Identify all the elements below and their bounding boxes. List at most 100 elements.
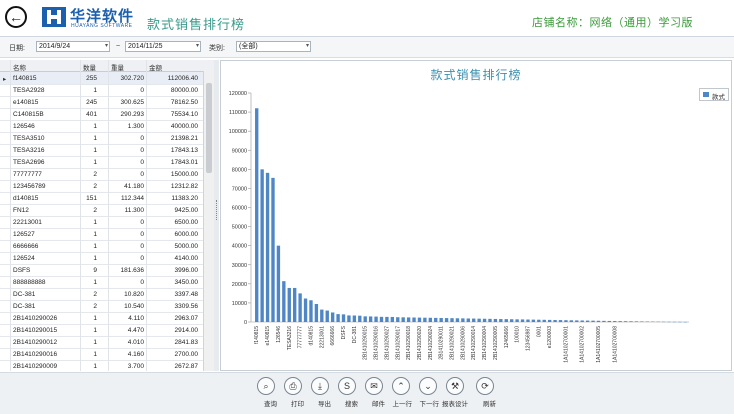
x-tick-label: e140815 bbox=[265, 326, 271, 346]
chart-bar bbox=[543, 320, 546, 322]
back-button[interactable]: ← bbox=[5, 6, 27, 28]
cell-qty: 1 bbox=[93, 327, 97, 334]
chart-bar bbox=[532, 320, 535, 322]
cell-amount: 15000.00 bbox=[171, 171, 198, 178]
scroll-thumb[interactable] bbox=[206, 83, 212, 173]
x-tick-label: 2B1410290014 bbox=[471, 326, 477, 360]
x-tick-label: d140815 bbox=[308, 326, 314, 346]
column-header-weight[interactable]: 重量 bbox=[111, 62, 124, 72]
search-icon: ⌕ bbox=[257, 377, 275, 395]
cell-weight: 0 bbox=[140, 135, 144, 142]
cell-weight: 4.160 bbox=[128, 351, 144, 358]
toolbar-button-3[interactable]: S搜索 bbox=[336, 377, 358, 408]
column-header-qty[interactable]: 数量 bbox=[83, 62, 96, 72]
toolbar-button-2[interactable]: ⤓导出 bbox=[309, 377, 331, 408]
toolbar-button-label: 报表设计 bbox=[442, 398, 468, 408]
huayang-logo-icon bbox=[42, 7, 66, 27]
x-tick-label: 2B1410290011 bbox=[439, 326, 445, 360]
skype-icon: S bbox=[338, 377, 356, 395]
y-tick-label: 110000 bbox=[229, 110, 247, 116]
cell-amount: 112006.40 bbox=[168, 75, 198, 82]
cell-qty: 2 bbox=[93, 303, 97, 310]
refresh-icon: ⟳ bbox=[476, 377, 494, 395]
date-from-picker[interactable]: 2014/9/24▾ bbox=[36, 41, 110, 52]
cell-amount: 40000.00 bbox=[171, 123, 198, 130]
x-tick-label: 2B1410290004 bbox=[482, 326, 488, 360]
y-tick-label: 0 bbox=[244, 320, 247, 326]
chart-bar bbox=[391, 317, 394, 322]
cell-name: 126524 bbox=[13, 255, 35, 262]
chart-bar bbox=[298, 293, 301, 322]
chart-bar bbox=[271, 178, 274, 322]
x-tick-label: 6666666 bbox=[330, 326, 336, 346]
cell-amount: 2841.83 bbox=[175, 339, 199, 346]
pane-splitter[interactable] bbox=[214, 60, 219, 371]
x-tick-label: 126546 bbox=[276, 326, 282, 343]
cell-weight: 4.110 bbox=[128, 315, 144, 322]
cell-qty: 1 bbox=[93, 279, 97, 286]
cell-weight: 302.720 bbox=[121, 75, 145, 82]
chart-bar bbox=[326, 311, 329, 322]
cell-name: 77777777 bbox=[13, 171, 42, 178]
toolbar-button-4[interactable]: ✉邮件 bbox=[363, 377, 385, 408]
column-header-amount[interactable]: 金额 bbox=[149, 62, 162, 72]
x-tick-label: 123456987 bbox=[525, 326, 531, 351]
chart-bar bbox=[407, 317, 410, 322]
x-tick-label: 2B1410290017 bbox=[395, 326, 401, 360]
cell-name: C140815B bbox=[13, 111, 44, 118]
chart-bar bbox=[293, 288, 296, 322]
cell-name: f140815 bbox=[13, 75, 37, 82]
column-header-name[interactable]: 名称 bbox=[13, 62, 26, 72]
chart-bar bbox=[608, 321, 611, 322]
x-tick-label: 2B1410290024 bbox=[428, 326, 434, 360]
chart-bar bbox=[439, 318, 442, 322]
cell-amount: 2672.87 bbox=[175, 363, 199, 370]
chart-bar bbox=[467, 318, 470, 322]
x-tick-label: 2B1410290027 bbox=[384, 326, 390, 360]
cell-weight: 290.293 bbox=[121, 111, 145, 118]
x-tick-label: 0001 bbox=[536, 326, 542, 337]
cell-weight: 0 bbox=[140, 147, 144, 154]
cell-qty: 1 bbox=[93, 255, 97, 262]
chart-bar bbox=[461, 318, 464, 322]
x-tick-label: 2B1410290006 bbox=[460, 326, 466, 360]
chart-bar bbox=[635, 321, 638, 322]
chart-bar bbox=[320, 310, 323, 322]
date-from-value: 2014/9/24 bbox=[39, 43, 70, 50]
toolbar-button-7[interactable]: ⚒ 报表设计 bbox=[444, 377, 466, 408]
toolbar-button-0[interactable]: ⌕查询 bbox=[255, 377, 277, 408]
x-tick-label: DC-381 bbox=[352, 326, 358, 343]
table-row[interactable]: 2B141029000913.7002672.87 bbox=[0, 360, 203, 371]
x-tick-label: 2B1410290018 bbox=[406, 326, 412, 360]
chevron-up-icon: ⌃ bbox=[392, 377, 410, 395]
chart-bar bbox=[380, 317, 383, 322]
cell-amount: 3996.00 bbox=[175, 267, 199, 274]
toolbar-button-5[interactable]: ⌃上一行 bbox=[390, 377, 412, 408]
x-tick-label: 2B1410290015 bbox=[363, 326, 369, 360]
chart-bar bbox=[494, 319, 497, 322]
toolbar-button-1[interactable]: ⎙打印 bbox=[282, 377, 304, 408]
toolbar-button-6[interactable]: ⌄下一行 bbox=[417, 377, 439, 408]
cell-weight: 112.344 bbox=[121, 195, 144, 202]
back-arrow-icon: ← bbox=[9, 10, 23, 24]
hammer-icon: ⚒ bbox=[446, 377, 464, 395]
mail-icon: ✉ bbox=[365, 377, 383, 395]
cell-qty: 1 bbox=[93, 147, 97, 154]
cell-qty: 151 bbox=[86, 195, 97, 202]
toolbar-button-8[interactable]: ⟳刷新 bbox=[474, 377, 496, 408]
category-select[interactable]: (全部)▾ bbox=[236, 41, 311, 52]
cell-qty: 1 bbox=[93, 159, 97, 166]
chart-bar bbox=[456, 318, 459, 322]
cell-weight: 0 bbox=[140, 219, 144, 226]
y-tick-label: 60000 bbox=[232, 206, 247, 212]
cell-weight: 0 bbox=[140, 171, 144, 178]
chart-bar bbox=[483, 319, 486, 322]
y-tick-label: 100000 bbox=[229, 129, 247, 135]
chart-bar bbox=[548, 320, 551, 322]
date-to-picker[interactable]: 2014/11/25▾ bbox=[125, 41, 201, 52]
grid-scrollbar[interactable] bbox=[203, 71, 214, 371]
x-tick-label: 2B1410290016 bbox=[374, 326, 380, 360]
chart-bar bbox=[515, 319, 518, 322]
chart-bar bbox=[499, 319, 502, 322]
x-tick-label: 100010 bbox=[515, 326, 521, 343]
